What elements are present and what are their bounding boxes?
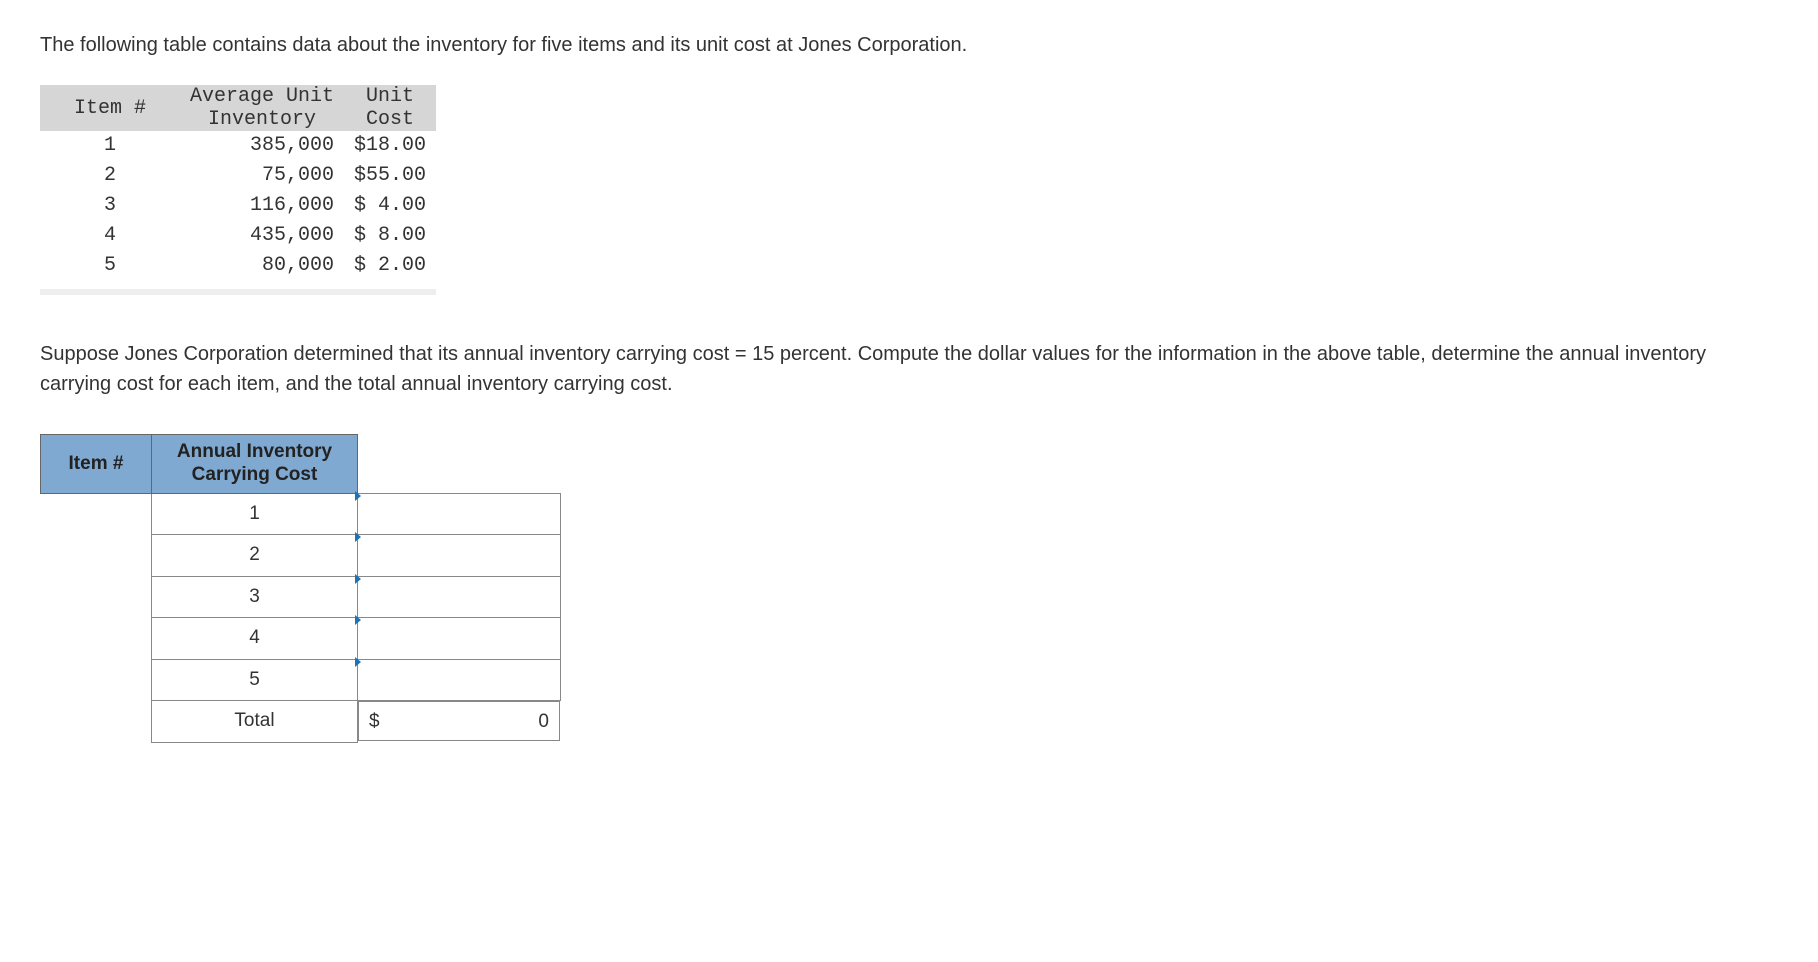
total-value: 0 [538, 708, 549, 734]
table-row: 5 [41, 659, 561, 701]
table-row: 1 385,000 $18.00 [40, 131, 436, 161]
intro-text: The following table contains data about … [40, 30, 1778, 60]
answer-header-cost: Annual Inventory Carrying Cost [152, 435, 358, 494]
cell-avg: 116,000 [180, 191, 344, 221]
table-row: 3 116,000 $ 4.00 [40, 191, 436, 221]
table-row-total: Total $ 0 [41, 701, 561, 743]
cell-cost: $ 8.00 [344, 221, 436, 251]
cell-item: 2 [40, 161, 180, 191]
cell-cost: $18.00 [344, 131, 436, 161]
cell-cost: $55.00 [344, 161, 436, 191]
answer-item-label: 2 [152, 535, 358, 577]
answer-input-2[interactable] [358, 535, 561, 577]
cell-item: 4 [40, 221, 180, 251]
cell-avg: 75,000 [180, 161, 344, 191]
inventory-data-table: Item # Average Unit Unit Inventory Cost … [40, 85, 436, 281]
answer-total-cell[interactable]: $ 0 [358, 701, 560, 741]
cell-cost: $ 2.00 [344, 251, 436, 281]
table-row: 3 [41, 576, 561, 618]
answer-item-label: 5 [152, 659, 358, 701]
cell-avg: 80,000 [180, 251, 344, 281]
answer-item-label: 3 [152, 576, 358, 618]
table-row: 1 [41, 493, 561, 535]
answer-input-1[interactable] [358, 493, 561, 535]
answer-input-3[interactable] [358, 576, 561, 618]
input-marker-icon [355, 615, 361, 625]
input-marker-icon [355, 657, 361, 667]
header-avg-line2: Inventory [180, 108, 344, 131]
table-row: 2 75,000 $55.00 [40, 161, 436, 191]
table-row: 2 [41, 535, 561, 577]
table-row: 5 80,000 $ 2.00 [40, 251, 436, 281]
cell-avg: 385,000 [180, 131, 344, 161]
input-marker-icon [355, 532, 361, 542]
cell-item: 5 [40, 251, 180, 281]
question-text: Suppose Jones Corporation determined tha… [40, 339, 1778, 399]
table-row: 4 435,000 $ 8.00 [40, 221, 436, 251]
answer-item-label: 4 [152, 618, 358, 660]
answer-header-item: Item # [41, 435, 152, 494]
cell-item: 3 [40, 191, 180, 221]
data-table-body: 1 385,000 $18.00 2 75,000 $55.00 3 116,0… [40, 131, 436, 281]
input-marker-icon [355, 491, 361, 501]
table-row: 4 [41, 618, 561, 660]
data-table-container: Item # Average Unit Unit Inventory Cost … [40, 85, 436, 295]
header-item: Item # [40, 85, 180, 131]
cell-item: 1 [40, 131, 180, 161]
answer-table: Item # Annual Inventory Carrying Cost 1 … [40, 434, 561, 743]
currency-symbol: $ [369, 708, 380, 734]
cell-avg: 435,000 [180, 221, 344, 251]
cell-cost: $ 4.00 [344, 191, 436, 221]
header-avg-line1: Average Unit [180, 85, 344, 108]
answer-total-label: Total [152, 701, 358, 743]
answer-item-label: 1 [152, 493, 358, 535]
answer-input-4[interactable] [358, 618, 561, 660]
answer-input-5[interactable] [358, 659, 561, 701]
header-cost-line2: Cost [344, 108, 436, 131]
header-cost-line1: Unit [344, 85, 436, 108]
input-marker-icon [355, 574, 361, 584]
